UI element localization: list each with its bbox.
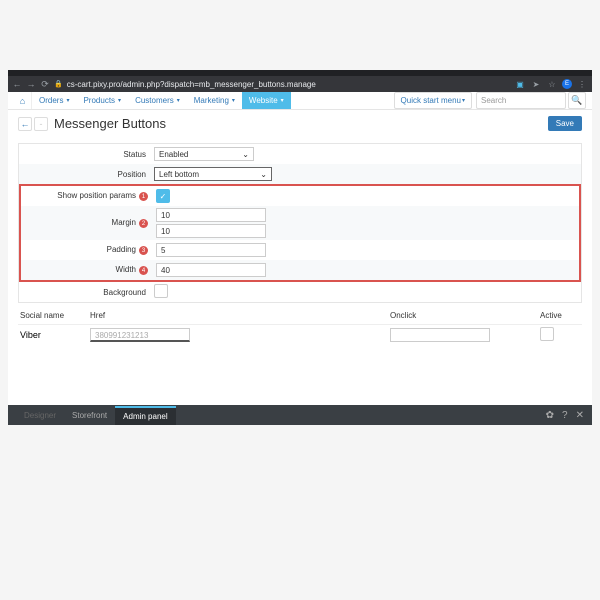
margin-bottom-input[interactable]: 10 bbox=[156, 224, 266, 238]
search-input[interactable]: Search bbox=[476, 92, 566, 109]
position-select[interactable]: Left bottom⌄ bbox=[154, 167, 272, 181]
badge-2: 2 bbox=[139, 219, 148, 228]
forward-icon[interactable]: → bbox=[26, 79, 36, 89]
help-icon[interactable]: ? bbox=[562, 410, 568, 421]
width-label: Width4 bbox=[21, 265, 156, 276]
url-text[interactable]: cs-cart.pixy.pro/admin.php?dispatch=mb_m… bbox=[67, 80, 510, 89]
show-params-checkbox[interactable]: ✓ bbox=[156, 189, 170, 203]
background-checkbox[interactable] bbox=[154, 284, 168, 298]
active-checkbox[interactable] bbox=[540, 327, 554, 341]
width-input[interactable]: 40 bbox=[156, 263, 266, 277]
send-icon[interactable]: ➤ bbox=[530, 80, 542, 89]
nav-orders[interactable]: Orders bbox=[32, 92, 76, 109]
margin-top-input[interactable]: 10 bbox=[156, 208, 266, 222]
nav-products[interactable]: Products bbox=[76, 92, 128, 109]
onclick-header: Onclick bbox=[390, 311, 540, 320]
position-label: Position bbox=[19, 170, 154, 179]
status-label: Status bbox=[19, 150, 154, 159]
padding-input[interactable]: 5 bbox=[156, 243, 266, 257]
nav-marketing[interactable]: Marketing bbox=[187, 92, 242, 109]
onclick-input[interactable] bbox=[390, 328, 490, 342]
avatar[interactable]: E bbox=[562, 79, 572, 89]
margin-label: Margin2 bbox=[21, 218, 156, 229]
status-select[interactable]: Enabled⌄ bbox=[154, 147, 254, 161]
badge-4: 4 bbox=[139, 266, 148, 275]
active-header: Active bbox=[540, 311, 580, 320]
social-name-header: Social name bbox=[20, 311, 90, 320]
page-title: Messenger Buttons bbox=[54, 116, 166, 131]
social-row-name: Viber bbox=[20, 330, 90, 340]
lock-icon: 🔒 bbox=[54, 80, 63, 88]
save-button[interactable]: Save bbox=[548, 116, 582, 131]
href-input[interactable]: 380991231213 bbox=[90, 328, 190, 342]
extension-icon[interactable]: ▣ bbox=[514, 80, 526, 89]
tab-admin-panel[interactable]: Admin panel bbox=[115, 406, 175, 425]
forward-button[interactable]: - bbox=[34, 117, 48, 131]
badge-3: 3 bbox=[139, 246, 148, 255]
back-button[interactable]: ← bbox=[18, 117, 32, 131]
highlight-box: Show position params1 ✓ Margin2 10 10 Pa… bbox=[19, 184, 581, 282]
gear-icon[interactable]: ✿ bbox=[546, 410, 554, 421]
search-button[interactable]: 🔍 bbox=[568, 92, 586, 109]
show-params-label: Show position params1 bbox=[21, 191, 156, 202]
close-icon[interactable]: ✕ bbox=[576, 410, 584, 421]
tab-designer[interactable]: Designer bbox=[16, 407, 64, 424]
star-icon[interactable]: ☆ bbox=[546, 80, 558, 89]
back-icon[interactable]: ← bbox=[12, 79, 22, 89]
href-header: Href bbox=[90, 311, 390, 320]
home-icon[interactable]: ⌂ bbox=[14, 92, 32, 109]
padding-label: Padding3 bbox=[21, 245, 156, 256]
tab-storefront[interactable]: Storefront bbox=[64, 407, 115, 424]
quick-start-menu[interactable]: Quick start menu bbox=[394, 92, 472, 109]
background-label: Background bbox=[19, 288, 154, 297]
reload-icon[interactable]: ⟳ bbox=[40, 79, 50, 90]
nav-website[interactable]: Website bbox=[242, 92, 291, 109]
nav-customers[interactable]: Customers bbox=[128, 92, 187, 109]
kebab-icon[interactable]: ⋮ bbox=[576, 80, 588, 89]
badge-1: 1 bbox=[139, 192, 148, 201]
